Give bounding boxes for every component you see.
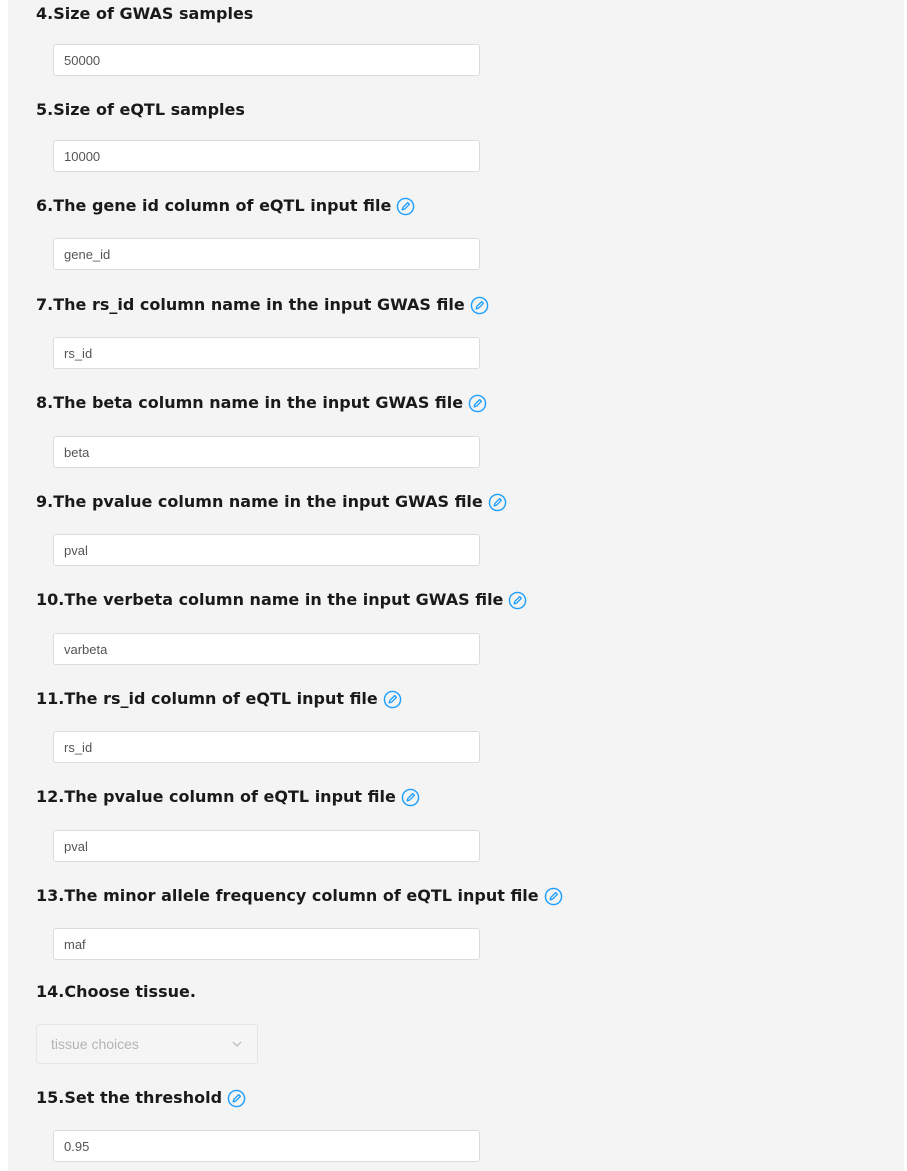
edit-circle-icon[interactable] bbox=[227, 1089, 246, 1108]
label-set-threshold: 15.Set the threshold bbox=[36, 1088, 246, 1108]
gwas-pvalue-column-input[interactable] bbox=[53, 534, 480, 566]
label-eqtl-gene-id-column: 6.The gene id column of eQTL input file bbox=[36, 196, 415, 216]
label-text: 15.Set the threshold bbox=[36, 1088, 223, 1107]
edit-circle-icon[interactable] bbox=[468, 394, 487, 413]
form-panel: 4.Size of GWAS samples 5.Size of eQTL sa… bbox=[8, 0, 904, 1171]
label-text: 6.The gene id column of eQTL input file bbox=[36, 196, 392, 215]
label-text: 7.The rs_id column name in the input GWA… bbox=[36, 295, 465, 314]
threshold-input[interactable] bbox=[53, 1130, 480, 1162]
edit-circle-icon[interactable] bbox=[488, 493, 507, 512]
label-text: 5.Size of eQTL samples bbox=[36, 100, 245, 119]
eqtl-sample-size-input[interactable] bbox=[53, 140, 480, 172]
edit-circle-icon[interactable] bbox=[470, 296, 489, 315]
label-text: 4.Size of GWAS samples bbox=[36, 4, 254, 23]
label-text: 11.The rs_id column of eQTL input file bbox=[36, 689, 378, 708]
label-text: 8.The beta column name in the input GWAS… bbox=[36, 393, 464, 412]
edit-circle-icon[interactable] bbox=[383, 690, 402, 709]
tissue-select-placeholder: tissue choices bbox=[51, 1036, 139, 1052]
label-gwas-rsid-column: 7.The rs_id column name in the input GWA… bbox=[36, 295, 489, 315]
label-text: 13.The minor allele frequency column of … bbox=[36, 886, 539, 905]
label-text: 10.The verbeta column name in the input … bbox=[36, 590, 504, 609]
gwas-sample-size-input[interactable] bbox=[53, 44, 480, 76]
eqtl-rsid-column-input[interactable] bbox=[53, 731, 480, 763]
edit-circle-icon[interactable] bbox=[401, 788, 420, 807]
gwas-varbeta-column-input[interactable] bbox=[53, 633, 480, 665]
label-text: 14.Choose tissue. bbox=[36, 982, 196, 1001]
eqtl-maf-column-input[interactable] bbox=[53, 928, 480, 960]
label-gwas-beta-column: 8.The beta column name in the input GWAS… bbox=[36, 393, 487, 413]
label-gwas-pvalue-column: 9.The pvalue column name in the input GW… bbox=[36, 492, 507, 512]
label-choose-tissue: 14.Choose tissue. bbox=[36, 982, 196, 1002]
chevron-down-icon bbox=[232, 1041, 242, 1047]
eqtl-gene-id-column-input[interactable] bbox=[53, 238, 480, 270]
gwas-rsid-column-input[interactable] bbox=[53, 337, 480, 369]
eqtl-pvalue-column-input[interactable] bbox=[53, 830, 480, 862]
label-gwas-sample-size: 4.Size of GWAS samples bbox=[36, 4, 253, 24]
gwas-beta-column-input[interactable] bbox=[53, 436, 480, 468]
edit-circle-icon[interactable] bbox=[544, 887, 563, 906]
label-text: 9.The pvalue column name in the input GW… bbox=[36, 492, 483, 511]
label-text: 12.The pvalue column of eQTL input file bbox=[36, 787, 396, 806]
tissue-select[interactable]: tissue choices bbox=[36, 1024, 258, 1064]
label-gwas-varbeta-column: 10.The verbeta column name in the input … bbox=[36, 590, 527, 610]
edit-circle-icon[interactable] bbox=[396, 197, 415, 216]
label-eqtl-maf-column: 13.The minor allele frequency column of … bbox=[36, 886, 563, 906]
label-eqtl-pvalue-column: 12.The pvalue column of eQTL input file bbox=[36, 787, 420, 807]
label-eqtl-sample-size: 5.Size of eQTL samples bbox=[36, 100, 245, 120]
label-eqtl-rsid-column: 11.The rs_id column of eQTL input file bbox=[36, 689, 402, 709]
edit-circle-icon[interactable] bbox=[508, 591, 527, 610]
